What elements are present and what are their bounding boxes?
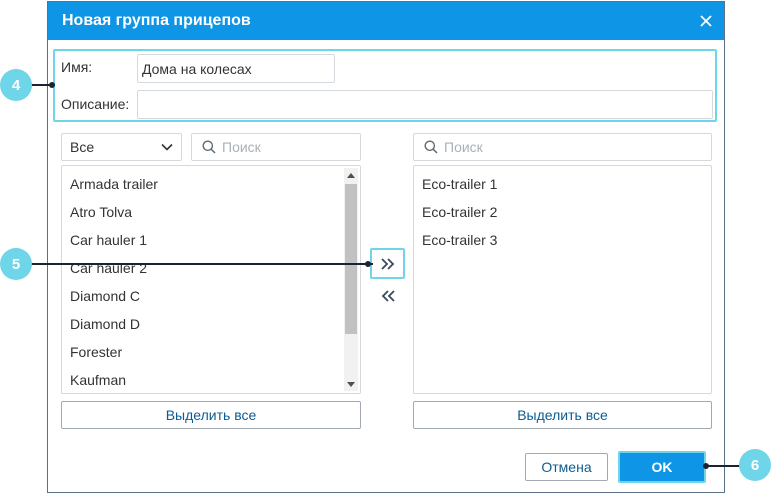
list-item[interactable]: Eco-trailer 1 [422,176,497,192]
close-icon [700,15,712,27]
list-item[interactable]: Diamond C [70,288,140,304]
scrollbar-thumb[interactable] [345,184,357,334]
callout-5: 5 [0,248,32,280]
add-selected-button[interactable] [370,248,405,279]
callout-5-dot [365,261,371,267]
list-item[interactable]: Car hauler 1 [70,232,147,248]
double-chevron-right-icon [380,257,394,270]
search-icon [424,140,438,154]
scroll-down-arrow-icon[interactable] [344,377,358,391]
new-trailer-group-dialog: Новая группа прицепов Имя: Описание: Все… [47,1,725,493]
name-label: Имя: [61,59,93,75]
list-item[interactable]: Eco-trailer 2 [422,204,497,220]
available-units-list[interactable]: Armada trailer Atro Tolva Car hauler 1 C… [61,165,361,394]
ok-button[interactable]: OK [618,451,706,483]
dialog-title: Новая группа прицепов [62,12,251,29]
callout-6: 6 [739,449,771,481]
scrollbar[interactable] [344,168,358,391]
double-chevron-left-icon [381,290,395,302]
filter-select-value: Все [70,139,95,155]
list-item[interactable]: Armada trailer [70,176,158,192]
callout-6-dot [703,463,709,469]
description-label: Описание: [61,96,130,112]
search-icon [202,140,216,154]
left-select-all-button[interactable]: Выделить все [61,401,361,429]
description-input[interactable] [137,90,713,119]
list-item[interactable]: Eco-trailer 3 [422,232,497,248]
callout-4: 4 [0,69,32,101]
right-search-input[interactable] [444,139,564,155]
right-search-box[interactable] [413,133,712,161]
callout-5-leader [30,263,373,265]
right-select-all-button[interactable]: Выделить все [413,401,712,429]
name-input[interactable] [137,54,335,83]
list-item[interactable]: Diamond D [70,316,140,332]
remove-selected-button[interactable] [370,282,405,310]
cancel-button[interactable]: Отмена [525,453,608,481]
name-description-group: Имя: Описание: [53,49,717,122]
close-button[interactable] [692,7,720,35]
list-item[interactable]: Atro Tolva [70,204,132,220]
scroll-up-arrow-icon[interactable] [344,168,358,182]
left-search-box[interactable] [191,133,361,161]
left-search-input[interactable] [222,139,342,155]
group-units-list[interactable]: Eco-trailer 1 Eco-trailer 2 Eco-trailer … [413,165,712,394]
list-item[interactable]: Kaufman [70,372,126,388]
filter-select[interactable]: Все [61,133,182,161]
chevron-down-icon [161,143,173,151]
callout-4-dot [49,82,55,88]
dialog-titlebar: Новая группа прицепов [48,2,724,40]
callout-6-leader [706,465,742,467]
list-item[interactable]: Forester [70,344,122,360]
